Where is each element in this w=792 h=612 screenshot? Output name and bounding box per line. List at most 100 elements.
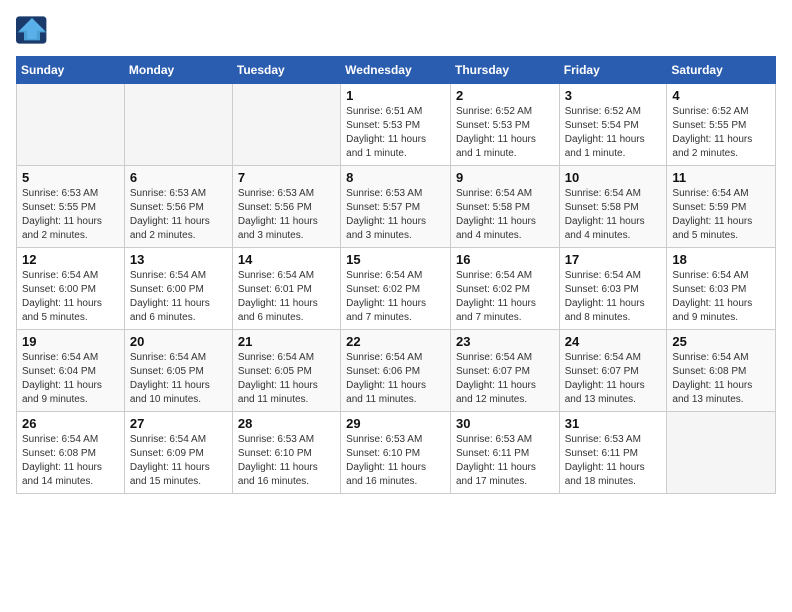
day-info: Sunrise: 6:53 AM Sunset: 6:11 PM Dayligh… (565, 433, 662, 489)
day-info: Sunrise: 6:53 AM Sunset: 6:10 PM Dayligh… (238, 433, 335, 489)
weekday-header-saturday: Saturday (667, 57, 776, 84)
day-number: 4 (672, 88, 770, 103)
calendar-cell: 5Sunrise: 6:53 AM Sunset: 5:55 PM Daylig… (17, 166, 125, 248)
weekday-header-sunday: Sunday (17, 57, 125, 84)
day-info: Sunrise: 6:51 AM Sunset: 5:53 PM Dayligh… (346, 105, 445, 161)
day-info: Sunrise: 6:53 AM Sunset: 5:56 PM Dayligh… (238, 187, 335, 243)
calendar-cell: 20 Sunrise: 6:54 AM Sunset: 6:05 PM Dayli… (124, 330, 232, 412)
calendar-cell: 8 Sunrise: 6:53 AM Sunset: 5:57 PM Daylig… (341, 166, 451, 248)
calendar-cell: 27 Sunrise: 6:54 AM Sunset: 6:09 PM Dayli… (124, 412, 232, 494)
calendar-cell: 17 Sunrise: 6:54 AM Sunset: 6:03 PM Dayli… (559, 248, 667, 330)
day-number: 18 (672, 252, 770, 267)
day-info: Sunrise: 6:54 AM Sunset: 6:02 PM Dayligh… (456, 269, 554, 325)
day-info: Sunrise: 6:54 AM Sunset: 6:00 PM Dayligh… (22, 269, 119, 325)
calendar-cell: 9Sunrise: 6:54 AM Sunset: 5:58 PM Daylig… (450, 166, 559, 248)
day-info: Sunrise: 6:53 AM Sunset: 5:56 PM Dayligh… (130, 187, 227, 243)
day-info: Sunrise: 6:52 AM Sunset: 5:55 PM Dayligh… (672, 105, 770, 161)
day-number: 26 (22, 416, 119, 431)
calendar-cell: 4 Sunrise: 6:52 AM Sunset: 5:55 PM Daylig… (667, 84, 776, 166)
calendar-cell: 30 Sunrise: 6:53 AM Sunset: 6:11 PM Dayli… (450, 412, 559, 494)
day-number: 22 (346, 334, 445, 349)
calendar-cell: 21 Sunrise: 6:54 AM Sunset: 6:05 PM Dayli… (232, 330, 340, 412)
calendar-cell: 18 Sunrise: 6:54 AM Sunset: 6:03 PM Dayli… (667, 248, 776, 330)
day-info: Sunrise: 6:54 AM Sunset: 6:06 PM Dayligh… (346, 351, 445, 407)
day-info: Sunrise: 6:52 AM Sunset: 5:53 PM Dayligh… (456, 105, 554, 161)
day-number: 1 (346, 88, 445, 103)
day-info: Sunrise: 6:54 AM Sunset: 6:03 PM Dayligh… (672, 269, 770, 325)
calendar-cell: 14 Sunrise: 6:54 AM Sunset: 6:01 PM Dayli… (232, 248, 340, 330)
day-number: 9 (456, 170, 554, 185)
day-info: Sunrise: 6:53 AM Sunset: 6:10 PM Dayligh… (346, 433, 445, 489)
weekday-header-friday: Friday (559, 57, 667, 84)
day-info: Sunrise: 6:54 AM Sunset: 6:03 PM Dayligh… (565, 269, 662, 325)
calendar-cell: 23Sunrise: 6:54 AM Sunset: 6:07 PM Dayli… (450, 330, 559, 412)
day-number: 7 (238, 170, 335, 185)
calendar-cell: 12 Sunrise: 6:54 AM Sunset: 6:00 PM Dayli… (17, 248, 125, 330)
week-row-4: 19 Sunrise: 6:54 AM Sunset: 6:04 PM Dayli… (17, 330, 776, 412)
week-row-5: 26 Sunrise: 6:54 AM Sunset: 6:08 PM Dayli… (17, 412, 776, 494)
calendar-cell: 10 Sunrise: 6:54 AM Sunset: 5:58 PM Dayli… (559, 166, 667, 248)
day-number: 21 (238, 334, 335, 349)
day-info: Sunrise: 6:54 AM Sunset: 6:05 PM Dayligh… (130, 351, 227, 407)
day-info: Sunrise: 6:54 AM Sunset: 5:58 PM Dayligh… (565, 187, 662, 243)
day-number: 16 (456, 252, 554, 267)
calendar-cell (124, 84, 232, 166)
day-info: Sunrise: 6:54 AM Sunset: 6:02 PM Dayligh… (346, 269, 445, 325)
day-info: Sunrise: 6:54 AM Sunset: 6:08 PM Dayligh… (22, 433, 119, 489)
weekday-header-row: SundayMondayTuesdayWednesdayThursdayFrid… (17, 57, 776, 84)
calendar-cell: 16 Sunrise: 6:54 AM Sunset: 6:02 PM Dayli… (450, 248, 559, 330)
day-number: 15 (346, 252, 445, 267)
calendar-cell (232, 84, 340, 166)
calendar-cell: 1 Sunrise: 6:51 AM Sunset: 5:53 PM Daylig… (341, 84, 451, 166)
day-info: Sunrise: 6:54 AM Sunset: 6:07 PM Dayligh… (456, 351, 554, 407)
day-number: 8 (346, 170, 445, 185)
day-number: 17 (565, 252, 662, 267)
calendar-table: SundayMondayTuesdayWednesdayThursdayFrid… (16, 56, 776, 494)
calendar-cell: 2 Sunrise: 6:52 AM Sunset: 5:53 PM Daylig… (450, 84, 559, 166)
day-number: 31 (565, 416, 662, 431)
calendar-cell: 13 Sunrise: 6:54 AM Sunset: 6:00 PM Dayli… (124, 248, 232, 330)
day-info: Sunrise: 6:54 AM Sunset: 6:04 PM Dayligh… (22, 351, 119, 407)
logo-icon (16, 16, 48, 44)
day-number: 20 (130, 334, 227, 349)
day-number: 24 (565, 334, 662, 349)
day-number: 5 (22, 170, 119, 185)
calendar-cell: 29 Sunrise: 6:53 AM Sunset: 6:10 PM Dayli… (341, 412, 451, 494)
day-number: 10 (565, 170, 662, 185)
day-number: 2 (456, 88, 554, 103)
day-info: Sunrise: 6:54 AM Sunset: 6:09 PM Dayligh… (130, 433, 227, 489)
day-info: Sunrise: 6:53 AM Sunset: 6:11 PM Dayligh… (456, 433, 554, 489)
calendar-cell: 26 Sunrise: 6:54 AM Sunset: 6:08 PM Dayli… (17, 412, 125, 494)
calendar-cell: 19 Sunrise: 6:54 AM Sunset: 6:04 PM Dayli… (17, 330, 125, 412)
week-row-3: 12 Sunrise: 6:54 AM Sunset: 6:00 PM Dayli… (17, 248, 776, 330)
day-info: Sunrise: 6:54 AM Sunset: 6:07 PM Dayligh… (565, 351, 662, 407)
day-info: Sunrise: 6:54 AM Sunset: 6:08 PM Dayligh… (672, 351, 770, 407)
calendar-cell: 25Sunrise: 6:54 AM Sunset: 6:08 PM Dayli… (667, 330, 776, 412)
day-info: Sunrise: 6:54 AM Sunset: 6:05 PM Dayligh… (238, 351, 335, 407)
day-number: 30 (456, 416, 554, 431)
calendar-cell: 31 Sunrise: 6:53 AM Sunset: 6:11 PM Dayli… (559, 412, 667, 494)
day-info: Sunrise: 6:54 AM Sunset: 5:59 PM Dayligh… (672, 187, 770, 243)
day-info: Sunrise: 6:53 AM Sunset: 5:57 PM Dayligh… (346, 187, 445, 243)
calendar-cell: 3 Sunrise: 6:52 AM Sunset: 5:54 PM Daylig… (559, 84, 667, 166)
day-info: Sunrise: 6:54 AM Sunset: 6:01 PM Dayligh… (238, 269, 335, 325)
day-info: Sunrise: 6:52 AM Sunset: 5:54 PM Dayligh… (565, 105, 662, 161)
day-number: 14 (238, 252, 335, 267)
calendar-cell: 22 Sunrise: 6:54 AM Sunset: 6:06 PM Dayli… (341, 330, 451, 412)
page-header (16, 16, 776, 44)
day-number: 6 (130, 170, 227, 185)
weekday-header-tuesday: Tuesday (232, 57, 340, 84)
calendar-cell: 7 Sunrise: 6:53 AM Sunset: 5:56 PM Daylig… (232, 166, 340, 248)
day-number: 12 (22, 252, 119, 267)
weekday-header-wednesday: Wednesday (341, 57, 451, 84)
day-number: 27 (130, 416, 227, 431)
day-number: 19 (22, 334, 119, 349)
day-info: Sunrise: 6:54 AM Sunset: 6:00 PM Dayligh… (130, 269, 227, 325)
calendar-cell (17, 84, 125, 166)
day-number: 3 (565, 88, 662, 103)
calendar-cell: 6 Sunrise: 6:53 AM Sunset: 5:56 PM Daylig… (124, 166, 232, 248)
day-number: 29 (346, 416, 445, 431)
calendar-cell: 15 Sunrise: 6:54 AM Sunset: 6:02 PM Dayli… (341, 248, 451, 330)
weekday-header-thursday: Thursday (450, 57, 559, 84)
day-number: 13 (130, 252, 227, 267)
